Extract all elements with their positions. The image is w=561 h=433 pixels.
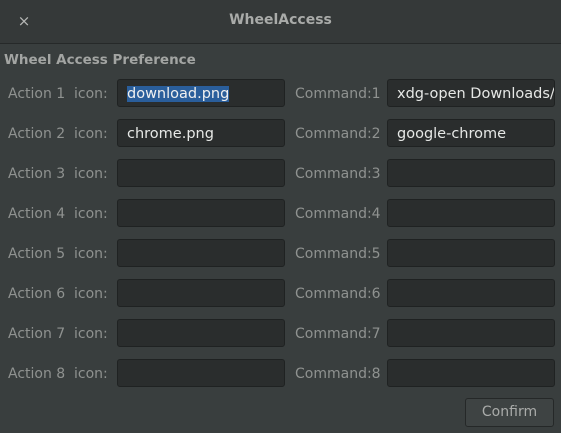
command-label: Command:3 <box>295 166 381 182</box>
command-input[interactable] <box>387 279 555 307</box>
action-label: Action 2 <box>8 126 66 142</box>
command-label: Command:2 <box>295 126 381 142</box>
icon-label: icon: <box>74 326 108 342</box>
icon-input[interactable] <box>117 159 285 187</box>
confirm-button[interactable]: Confirm <box>465 398 554 427</box>
icon-input[interactable]: download.png <box>117 79 285 107</box>
action-label: Action 8 <box>8 366 66 382</box>
icon-label: icon: <box>74 126 108 142</box>
icon-input[interactable] <box>117 319 285 347</box>
icon-label: icon: <box>74 86 108 102</box>
title-bar: × WheelAccess <box>0 0 561 44</box>
action-label: Action 7 <box>8 326 66 342</box>
window-title: WheelAccess <box>229 12 332 28</box>
action-row: Action 1 icon: download.png Command:1 xd… <box>0 79 561 109</box>
icon-label: icon: <box>74 166 108 182</box>
command-input[interactable] <box>387 359 555 387</box>
command-input[interactable] <box>387 239 555 267</box>
action-row: Action 6 icon: Command:6 <box>0 279 561 309</box>
command-label: Command:1 <box>295 86 381 102</box>
action-label: Action 4 <box>8 206 66 222</box>
action-label: Action 6 <box>8 286 66 302</box>
icon-label: icon: <box>74 246 108 262</box>
action-label: Action 5 <box>8 246 66 262</box>
action-row: Action 3 icon: Command:3 <box>0 159 561 189</box>
action-row: Action 5 icon: Command:5 <box>0 239 561 269</box>
command-input[interactable]: xdg-open Downloads/ <box>387 79 555 107</box>
action-label: Action 1 <box>8 86 66 102</box>
icon-input[interactable]: chrome.png <box>117 119 285 147</box>
command-input[interactable]: google-chrome <box>387 119 555 147</box>
command-input[interactable] <box>387 199 555 227</box>
icon-input-value: chrome.png <box>127 126 214 142</box>
action-row: Action 7 icon: Command:7 <box>0 319 561 349</box>
icon-label: icon: <box>74 206 108 222</box>
command-label: Command:7 <box>295 326 381 342</box>
command-input[interactable] <box>387 319 555 347</box>
icon-input[interactable] <box>117 279 285 307</box>
action-row: Action 2 icon: chrome.png Command:2 goog… <box>0 119 561 149</box>
section-heading: Wheel Access Preference <box>4 52 196 68</box>
action-label: Action 3 <box>8 166 66 182</box>
icon-label: icon: <box>74 286 108 302</box>
command-label: Command:8 <box>295 366 381 382</box>
command-input[interactable] <box>387 159 555 187</box>
command-input-value: google-chrome <box>397 126 507 142</box>
icon-label: icon: <box>74 366 108 382</box>
icon-input[interactable] <box>117 359 285 387</box>
command-input-value: xdg-open Downloads/ <box>397 86 555 102</box>
icon-input[interactable] <box>117 239 285 267</box>
icon-input-value: download.png <box>127 86 230 102</box>
action-row: Action 8 icon: Command:8 <box>0 359 561 389</box>
icon-input[interactable] <box>117 199 285 227</box>
command-label: Command:5 <box>295 246 381 262</box>
command-label: Command:6 <box>295 286 381 302</box>
action-row: Action 4 icon: Command:4 <box>0 199 561 229</box>
command-label: Command:4 <box>295 206 381 222</box>
